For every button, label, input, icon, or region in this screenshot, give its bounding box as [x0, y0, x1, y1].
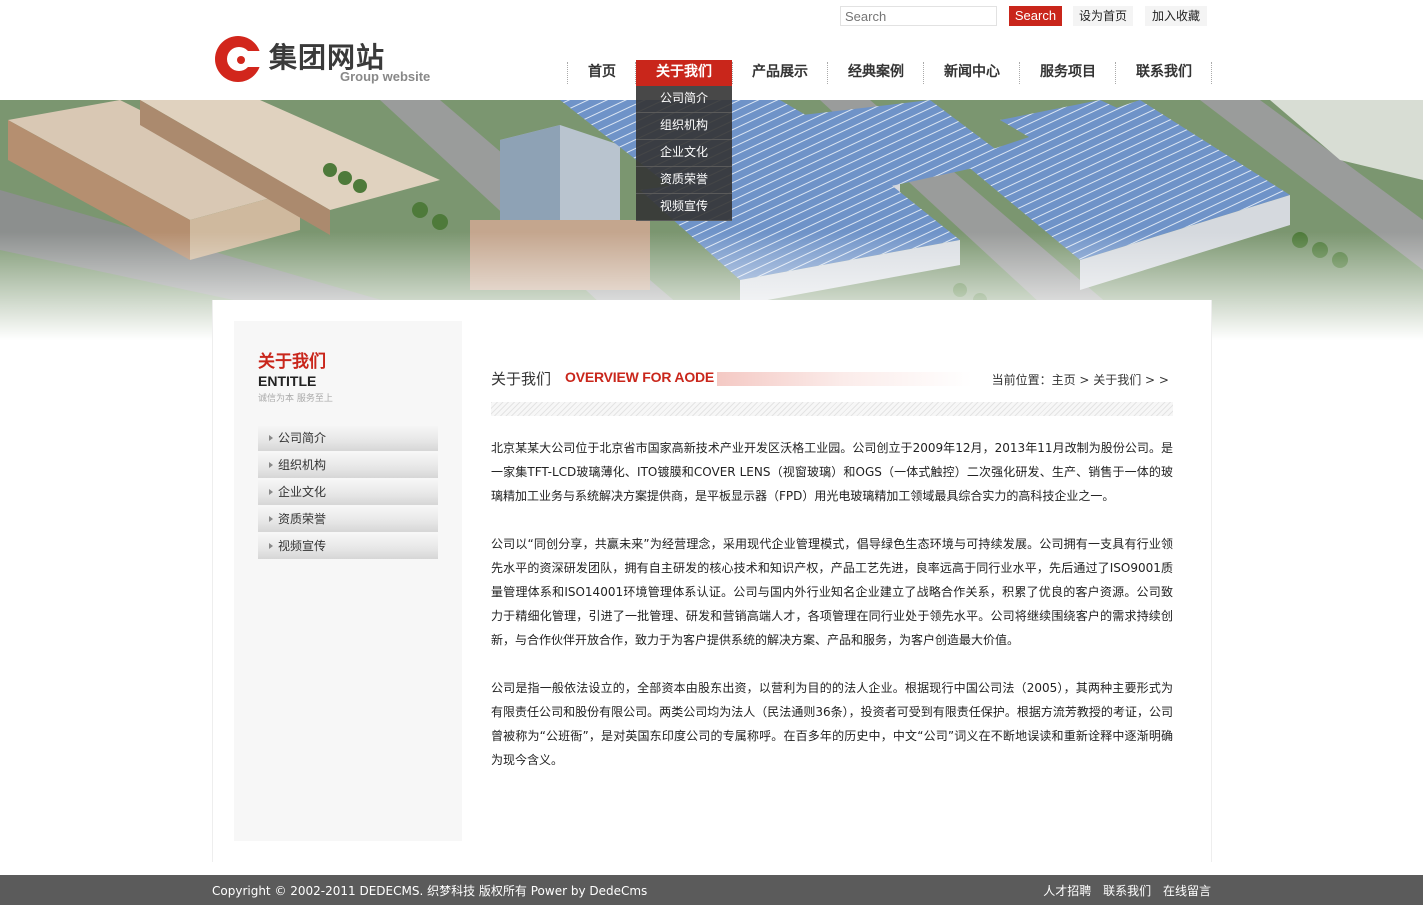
main-container: 关于我们 ENTITLE 诚信为本 服务至上 公司简介 组织机构 企业文化 资质…	[212, 300, 1212, 862]
breadcrumb[interactable]: 当前位置：主页 > 关于我们 > >	[992, 371, 1169, 388]
dropdown-item-honors[interactable]: 资质荣誉	[636, 167, 732, 194]
copyright-text: Copyright © 2002-2011 DEDECMS. 织梦科技 版权所有…	[212, 884, 648, 898]
sidebar: 关于我们 ENTITLE 诚信为本 服务至上 公司简介 组织机构 企业文化 资质…	[234, 321, 462, 841]
dropdown-item-video[interactable]: 视频宣传	[636, 194, 732, 221]
footer-links: 人才招聘 联系我们 在线留言	[1035, 882, 1211, 899]
site-header: 集团网站 Group website Search 设为首页 加入收藏 首页 关…	[0, 0, 1423, 100]
site-footer: Copyright © 2002-2011 DEDECMS. 织梦科技 版权所有…	[0, 875, 1423, 905]
article-body: 北京某某大公司位于北京省市国家高新技术产业开发区沃格工业园。公司创立于2009年…	[491, 436, 1173, 772]
sidebar-title: 关于我们	[258, 352, 326, 372]
search-input[interactable]	[840, 6, 997, 26]
sidebar-item-culture[interactable]: 企业文化	[258, 480, 438, 505]
sidebar-item-honors[interactable]: 资质荣誉	[258, 507, 438, 532]
footer-link-contact[interactable]: 联系我们	[1103, 884, 1151, 898]
title-divider	[491, 402, 1173, 416]
sidebar-menu: 公司简介 组织机构 企业文化 资质荣誉 视频宣传	[258, 426, 438, 561]
nav-item-services[interactable]: 服务项目	[1020, 60, 1116, 86]
sidebar-item-video[interactable]: 视频宣传	[258, 534, 438, 559]
nav-item-contact[interactable]: 联系我们	[1116, 60, 1212, 86]
title-decoration	[717, 372, 972, 386]
nav-separator	[1211, 62, 1212, 84]
sidebar-subtitle: ENTITLE	[258, 373, 317, 389]
nav-item-about[interactable]: 关于我们	[636, 60, 732, 86]
footer-link-careers[interactable]: 人才招聘	[1043, 884, 1091, 898]
sidebar-slogan: 诚信为本 服务至上	[258, 394, 333, 404]
article-paragraph: 北京某某大公司位于北京省市国家高新技术产业开发区沃格工业园。公司创立于2009年…	[491, 441, 1173, 503]
logo-c-icon	[215, 36, 263, 82]
article-paragraph: 公司以“同创分享，共赢未来”为经营理念，采用现代企业管理模式，倡导绿色生态环境与…	[491, 537, 1173, 647]
add-favorite-link[interactable]: 加入收藏	[1145, 6, 1207, 26]
nav-item-products[interactable]: 产品展示	[732, 60, 828, 86]
article-paragraph: 公司是指一般依法设立的，全部资本由股东出资，以营利为目的的法人企业。根据现行中国…	[491, 681, 1173, 767]
dropdown-item-organization[interactable]: 组织机构	[636, 113, 732, 140]
sidebar-item-organization[interactable]: 组织机构	[258, 453, 438, 478]
footer-link-message[interactable]: 在线留言	[1163, 884, 1211, 898]
dropdown-item-profile[interactable]: 公司简介	[636, 86, 732, 113]
sidebar-item-profile[interactable]: 公司简介	[258, 426, 438, 451]
page-title: 关于我们	[491, 370, 552, 388]
page-title-english: OVERVIEW FOR AODE	[565, 369, 715, 385]
about-dropdown-menu: 公司简介 组织机构 企业文化 资质荣誉 视频宣传	[636, 86, 732, 221]
dropdown-item-culture[interactable]: 企业文化	[636, 140, 732, 167]
content-title-bar: 关于我们 OVERVIEW FOR AODE 当前位置：主页 > 关于我们 > …	[491, 362, 1173, 398]
content-area: 关于我们 OVERVIEW FOR AODE 当前位置：主页 > 关于我们 > …	[491, 362, 1173, 796]
logo-subtitle: Group website	[340, 69, 431, 84]
site-logo[interactable]: 集团网站 Group website	[215, 34, 445, 88]
search-button[interactable]: Search	[1009, 6, 1062, 26]
nav-item-cases[interactable]: 经典案例	[828, 60, 924, 86]
nav-item-news[interactable]: 新闻中心	[924, 60, 1020, 86]
set-homepage-link[interactable]: 设为首页	[1073, 6, 1133, 26]
